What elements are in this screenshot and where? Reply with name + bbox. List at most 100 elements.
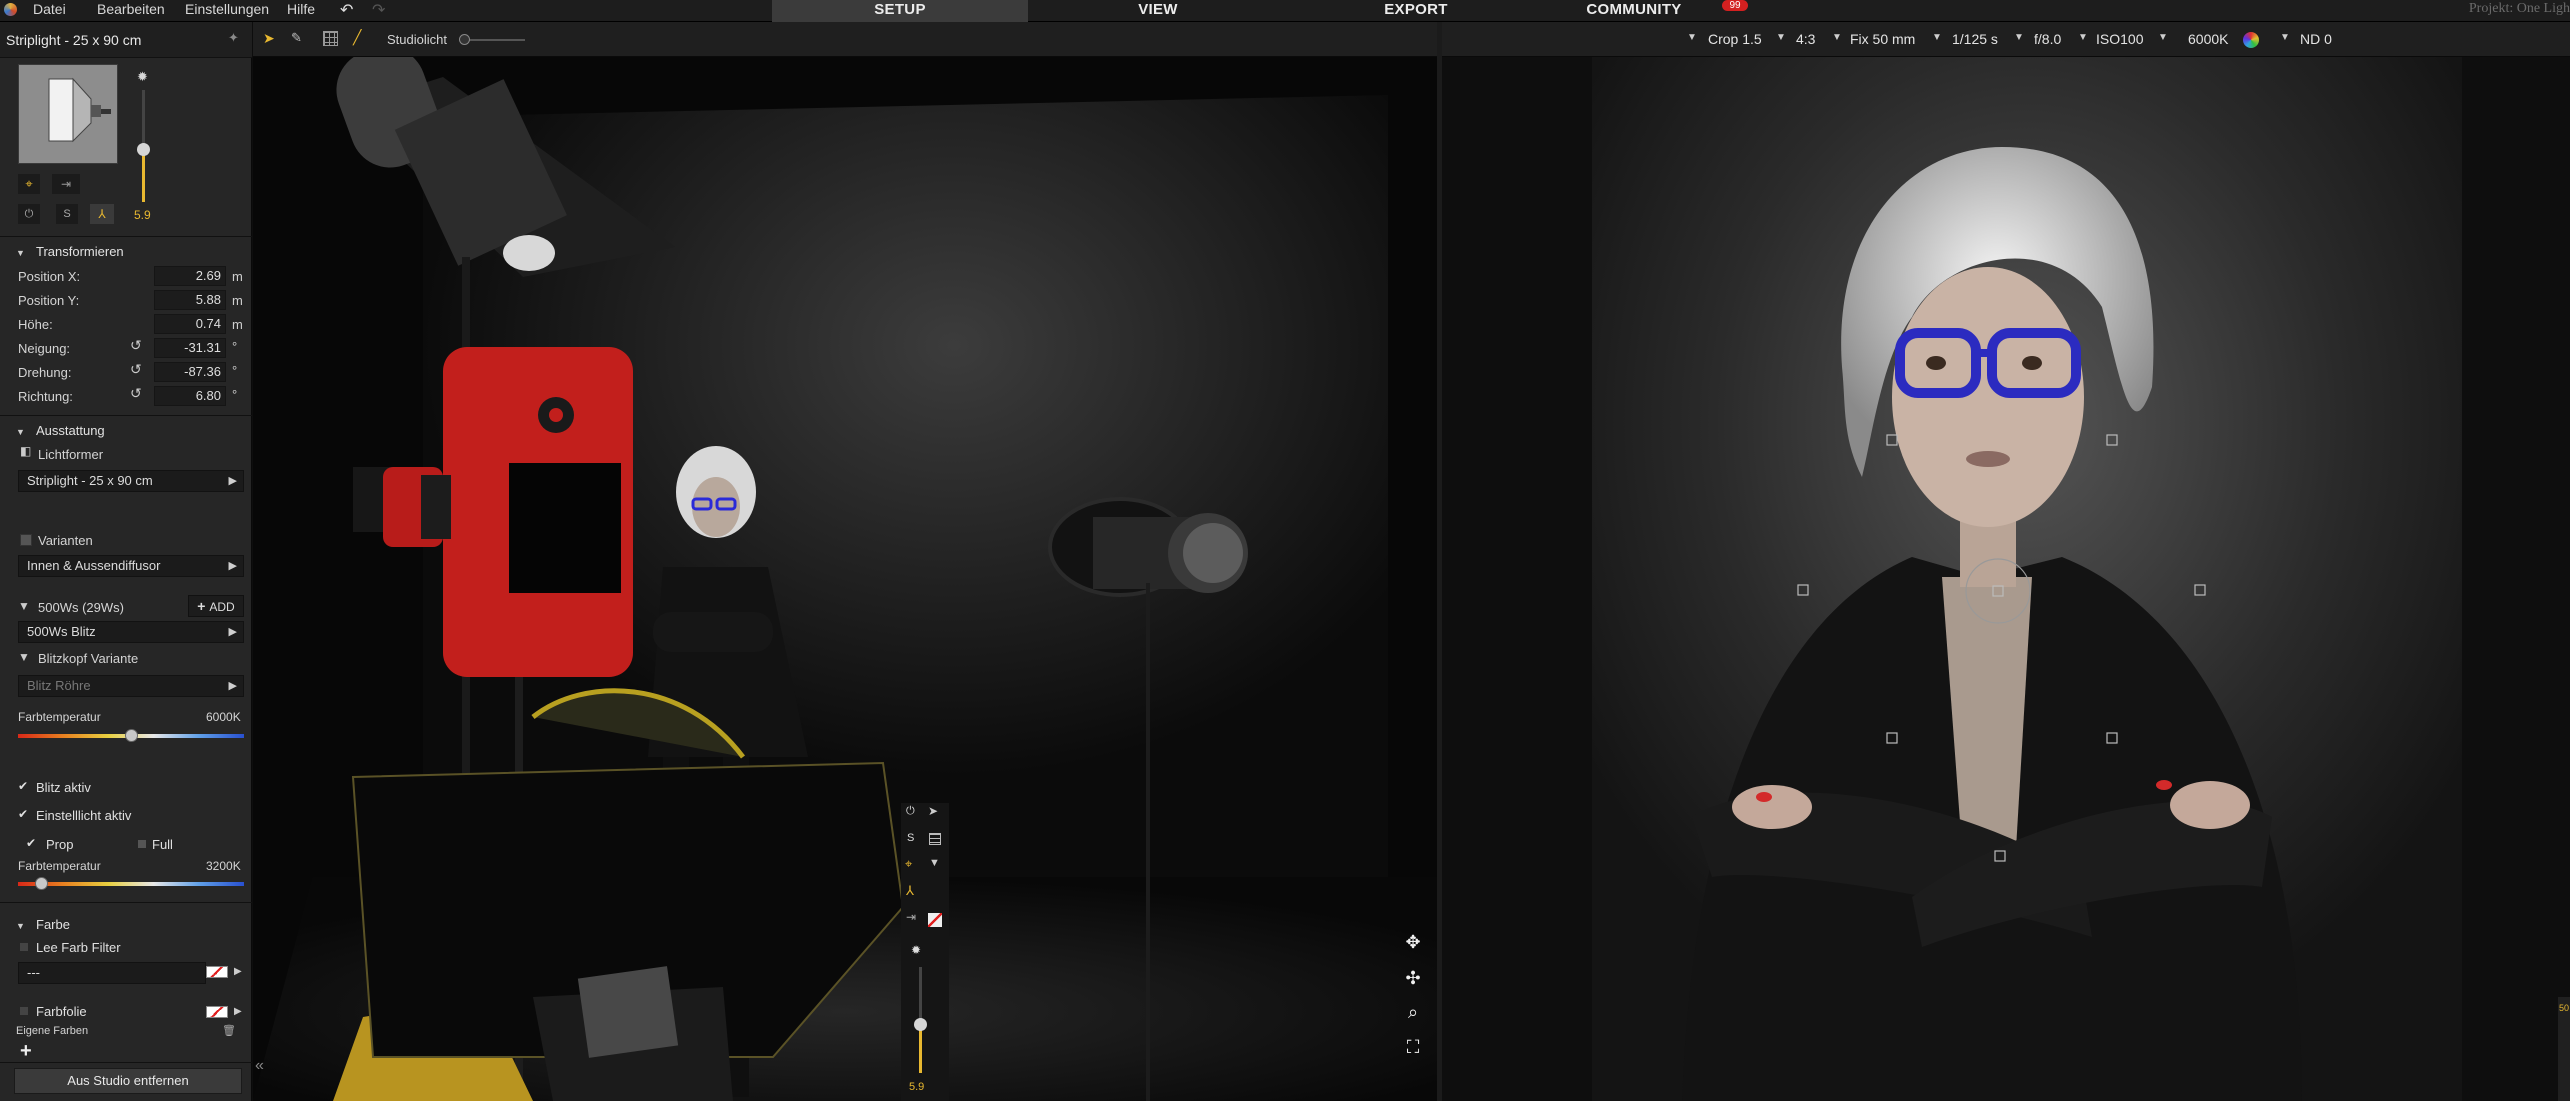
target-icon[interactable]: ⌖ [905, 856, 912, 872]
height-input[interactable]: 0.74 [154, 314, 226, 334]
reset-direction-icon[interactable]: ↺ [130, 385, 142, 402]
wb-select[interactable]: 6000K [2188, 31, 2228, 47]
prop-check-icon[interactable]: ✔ [26, 836, 36, 850]
aperture-select[interactable]: f/8.0 [2034, 31, 2061, 47]
grid-icon[interactable] [323, 31, 338, 46]
collapse-transform-icon[interactable]: ▼ [16, 248, 25, 258]
modifier-dropdown[interactable]: Striplight - 25 x 90 cm ▶ [18, 470, 244, 492]
undo-icon[interactable]: ↶ [340, 0, 353, 20]
equipment-header[interactable]: Ausstattung [36, 423, 105, 438]
move-icon[interactable]: ✥ [1402, 931, 1424, 953]
panel-title: Striplight - 25 x 90 cm [6, 32, 142, 48]
tilt-input[interactable]: -31.31 [154, 338, 226, 358]
color-off-icon[interactable] [928, 913, 942, 927]
variants-dropdown[interactable]: Innen & Aussendiffusor ▶ [18, 555, 244, 577]
studio-light-slider[interactable] [459, 34, 525, 45]
measure-icon[interactable]: ✎ [291, 30, 302, 46]
chevron-down-icon[interactable]: ▼ [2280, 32, 2290, 43]
power-toggle-button[interactable]: ⏻ [18, 204, 40, 224]
colortemp2-slider[interactable] [18, 877, 244, 890]
add-color-button[interactable]: + [20, 1040, 32, 1063]
panel-header: Striplight - 25 x 90 cm ✦ [0, 22, 252, 58]
lee-filter-checkbox[interactable] [20, 943, 28, 951]
color-swatch-icon[interactable] [206, 966, 228, 978]
lens-select[interactable]: Fix 50 mm [1850, 31, 1915, 47]
chevron-down-icon[interactable]: ▼ [1687, 32, 1697, 43]
flash-icon: ▼ [18, 599, 30, 613]
chevron-down-icon[interactable]: ▼ [1832, 32, 1842, 43]
collapse-color-icon[interactable]: ▼ [16, 921, 25, 931]
trash-icon[interactable]: 🗑 [222, 1024, 236, 1037]
chevron-right-icon[interactable]: ▶ [234, 966, 242, 977]
rotation-input[interactable]: -87.36 [154, 362, 226, 382]
full-checkbox[interactable] [138, 840, 146, 848]
modeling-active-check-icon[interactable]: ✔ [18, 807, 28, 821]
crop-select[interactable]: Crop 1.5 [1708, 31, 1762, 47]
shutter-select[interactable]: 1/125 s [1952, 31, 1998, 47]
position-x-input[interactable]: 2.69 [154, 266, 226, 286]
light-thumbnail[interactable] [18, 64, 118, 164]
studio-3d-viewport[interactable]: ⏻ ➤ S ⌖ ▼ ⅄ ⇥ ✹ 5.9 « ✥ ✣ ⌕ ⛶ [253, 57, 1437, 1101]
line-tool-icon[interactable]: ╱ [353, 29, 361, 46]
align-icon[interactable]: ⇥ [906, 910, 916, 924]
lee-filter-dropdown[interactable]: --- [18, 962, 206, 984]
flash-dropdown[interactable]: 500Ws Blitz ▶ [18, 621, 244, 643]
colortemp2-slider-handle[interactable] [34, 877, 48, 890]
chevron-down-icon[interactable]: ▼ [1776, 32, 1786, 43]
solo-icon[interactable]: S [907, 832, 914, 844]
position-y-input[interactable]: 5.88 [154, 290, 226, 310]
ratio-select[interactable]: 4:3 [1796, 31, 1815, 47]
collapse-panel-icon[interactable]: « [255, 1057, 264, 1075]
nd-select[interactable]: ND 0 [2300, 31, 2332, 47]
reset-tilt-icon[interactable]: ↺ [130, 337, 142, 354]
variants-checkbox[interactable] [20, 534, 32, 546]
solo-button[interactable]: S [56, 204, 78, 224]
colortemp-slider[interactable] [18, 729, 244, 742]
grid-small-icon[interactable] [929, 833, 941, 845]
power-slider[interactable] [137, 90, 150, 202]
direction-input[interactable]: 6.80 [154, 386, 226, 406]
foil-checkbox[interactable] [20, 1007, 28, 1015]
fit-icon[interactable]: ⛶ [1402, 1036, 1424, 1058]
tab-view[interactable]: VIEW [1030, 0, 1286, 22]
pointer-icon[interactable]: ➤ [928, 804, 938, 818]
foil-swatch-icon[interactable] [206, 1006, 228, 1018]
menu-settings[interactable]: Einstellungen [185, 0, 269, 18]
iso-select[interactable]: ISO100 [2096, 31, 2143, 47]
menu-edit[interactable]: Bearbeiten [97, 0, 165, 18]
add-flash-button[interactable]: + ADD [188, 595, 244, 617]
camera-preview[interactable]: 50 [1442, 57, 2570, 1101]
stand-button[interactable]: ⅄ [90, 204, 114, 224]
chevron-right-icon[interactable]: ▶ [234, 1006, 242, 1017]
select-arrow-icon[interactable]: ➤ [263, 30, 275, 47]
reset-rotation-icon[interactable]: ↺ [130, 361, 142, 378]
sun-small-icon[interactable]: ✹ [911, 943, 921, 957]
tab-community[interactable]: COMMUNITY [1544, 0, 1724, 22]
transform-header[interactable]: Transformieren [36, 244, 124, 259]
colortemp-slider-handle[interactable] [125, 729, 138, 742]
chevron-down-icon[interactable]: ▼ [2014, 32, 2024, 43]
chevron-down-icon[interactable]: ▼ [2158, 32, 2168, 43]
power-icon[interactable]: ⏻ [906, 805, 915, 818]
color-header[interactable]: Farbe [36, 917, 70, 932]
flash-small-icon[interactable]: ▼ [929, 857, 940, 869]
tab-export[interactable]: EXPORT [1288, 0, 1544, 22]
viewport-power-slider[interactable] [914, 967, 927, 1073]
tab-setup[interactable]: SETUP [772, 0, 1028, 22]
menu-help[interactable]: Hilfe [287, 0, 315, 18]
chevron-down-icon[interactable]: ▼ [2078, 32, 2088, 43]
flash-head-dropdown[interactable]: Blitz Röhre ▶ [18, 675, 244, 697]
collapse-equipment-icon[interactable]: ▼ [16, 427, 25, 437]
chevron-down-icon[interactable]: ▼ [1932, 32, 1942, 43]
zoom-icon[interactable]: ⌕ [1402, 1001, 1424, 1023]
align-button[interactable]: ⇥ [52, 174, 80, 194]
pin-icon[interactable]: ✦ [228, 30, 239, 46]
redo-icon[interactable]: ↷ [372, 0, 385, 20]
pan-icon[interactable]: ✣ [1402, 967, 1424, 989]
flash-active-check-icon[interactable]: ✔ [18, 779, 28, 793]
remove-from-studio-button[interactable]: Aus Studio entfernen [14, 1068, 242, 1094]
color-wheel-icon[interactable] [2243, 32, 2259, 48]
menu-file[interactable]: Datei [33, 0, 66, 18]
stand-icon[interactable]: ⅄ [906, 883, 914, 899]
target-button[interactable]: ⌖ [18, 174, 40, 194]
